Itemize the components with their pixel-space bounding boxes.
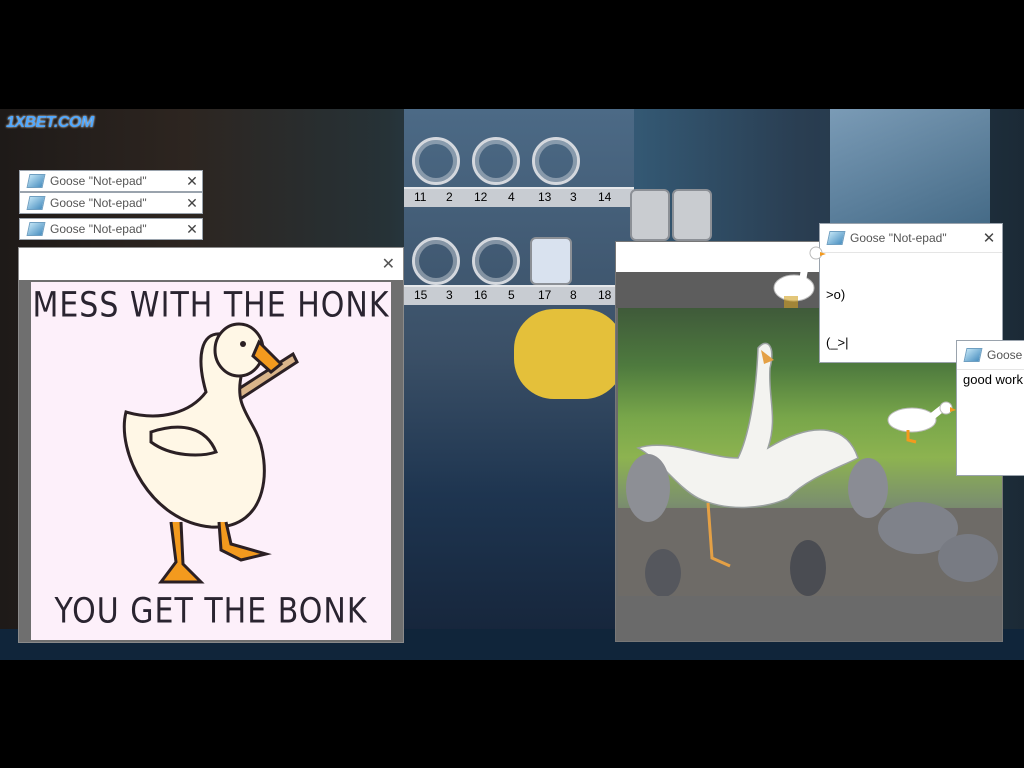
slot-label: 4 [508, 190, 515, 204]
close-icon[interactable]: ✕ [182, 173, 202, 190]
vending-coil [472, 237, 520, 285]
vending-coil [412, 237, 460, 285]
slot-label: 18 [598, 288, 612, 302]
slot-label: 13 [538, 190, 552, 204]
goose-leg [158, 521, 205, 584]
notepad-icon [826, 231, 846, 245]
notepad-title-strip[interactable]: Goose "Not-epad" ✕ [19, 170, 203, 192]
slot-label: 14 [598, 190, 612, 204]
close-icon[interactable]: ✕ [382, 254, 395, 274]
slot-label: 11 [414, 190, 427, 204]
honk-image-window: ✕ MESS WITH THE HONK YOU GET THE BONK [18, 247, 404, 643]
pigeon [938, 534, 998, 582]
slot-label: 8 [570, 288, 577, 302]
snack-package [530, 237, 572, 285]
window-title: Goose " [987, 348, 1024, 362]
soda-can [630, 189, 670, 241]
pigeon [848, 458, 888, 518]
text-line: >o) [826, 287, 846, 302]
close-icon[interactable]: ✕ [182, 195, 202, 212]
vending-row-labels: 11 2 12 4 13 3 14 [404, 187, 634, 207]
slot-label: 15 [414, 288, 428, 302]
goose-leg [217, 521, 272, 562]
slot-label: 17 [538, 288, 552, 302]
notepad-text-area[interactable]: good work [963, 372, 1024, 388]
pigeon [645, 549, 681, 596]
notepad-icon [26, 196, 46, 210]
pigeon [626, 454, 670, 522]
notepad-icon [26, 222, 46, 236]
close-icon[interactable]: ✕ [976, 229, 1002, 247]
window-title: Goose "Not-epad" [50, 174, 147, 188]
slot-label: 3 [446, 288, 453, 302]
notepad-title-strip[interactable]: Goose "Not-epad" ✕ [19, 218, 203, 240]
goose-with-bat-illustration [122, 322, 299, 584]
minion-figure [514, 309, 624, 399]
poster-footline: YOU GET THE BONK [54, 591, 368, 632]
window-title: Goose "Not-epad" [50, 222, 147, 236]
notepad-window[interactable]: Goose " good work [956, 340, 1024, 476]
watermark-logo: 1XBET.COM [6, 114, 94, 131]
window-title: Goose "Not-epad" [50, 196, 147, 210]
pigeon [790, 540, 826, 596]
vending-coil [472, 137, 520, 185]
window-titlebar[interactable]: Goose " [957, 341, 1024, 370]
window-titlebar[interactable]: Goose "Not-epad" ✕ [820, 224, 1002, 253]
slot-label: 5 [508, 288, 515, 302]
slot-label: 3 [570, 190, 577, 204]
window-titlebar[interactable]: ✕ [19, 248, 403, 280]
close-icon[interactable]: ✕ [182, 221, 202, 238]
notepad-icon [963, 348, 983, 362]
vending-coil [532, 137, 580, 185]
goose-leg [706, 502, 731, 568]
honk-poster: MESS WITH THE HONK YOU GET THE BONK [31, 282, 391, 640]
slot-label: 12 [474, 190, 488, 204]
window-title: Goose "Not-epad" [850, 231, 947, 245]
goose-spreading-wings [636, 342, 859, 509]
slot-label: 2 [446, 190, 453, 204]
desktop-goose-sprite[interactable] [772, 246, 828, 310]
vending-row-labels: 15 3 16 5 17 8 18 [404, 285, 634, 305]
notepad-title-strip[interactable]: Goose "Not-epad" ✕ [19, 192, 203, 214]
slot-label: 16 [474, 288, 488, 302]
soda-can [672, 189, 712, 241]
goose-eye [240, 341, 246, 347]
notepad-icon [26, 174, 46, 188]
desktop-goose-sprite[interactable] [886, 400, 956, 444]
vending-coil [412, 137, 460, 185]
vending-machine: 11 2 12 4 13 3 14 15 3 16 5 17 8 18 [404, 109, 634, 660]
